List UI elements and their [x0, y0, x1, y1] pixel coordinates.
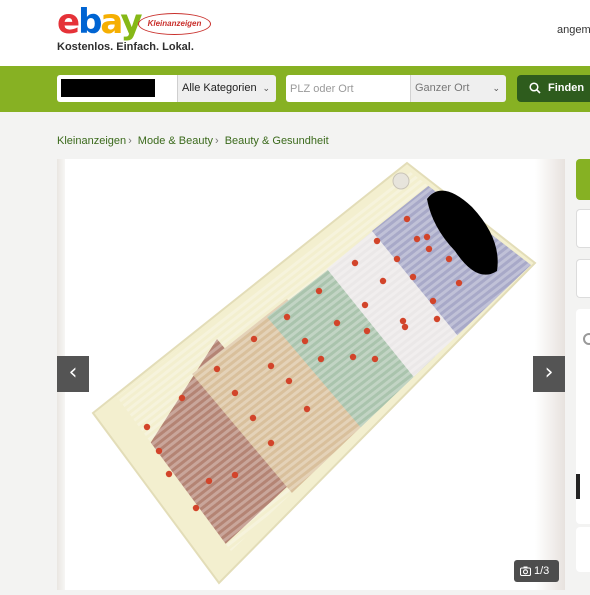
search-bar: Alle Kategorien ⌄ Ganzer Ort ⌄ Finden [0, 66, 590, 112]
site-header: ebay Kleinanzeigen Kostenlos. Einfach. L… [0, 0, 590, 66]
seller-info-box [576, 309, 590, 524]
breadcrumb-item-home[interactable]: Kleinanzeigen [57, 135, 126, 147]
next-image-button[interactable]: › [533, 356, 565, 392]
chevron-right-icon: › [544, 360, 554, 385]
radius-select[interactable]: Ganzer Ort ⌄ [410, 75, 506, 102]
chevron-down-icon: ⌄ [262, 83, 270, 93]
image-counter-text: 1/3 [534, 565, 550, 577]
mat-stripes [117, 171, 531, 551]
search-query-input[interactable] [57, 75, 177, 102]
seller-divider [576, 474, 580, 499]
find-button-label: Finden [548, 82, 585, 94]
chevron-down-icon: ⌄ [492, 83, 500, 93]
search-icon [529, 82, 541, 94]
product-image [91, 161, 537, 585]
info-icon [583, 333, 590, 345]
tagline: Kostenlos. Einfach. Lokal. [57, 41, 194, 53]
side-card [576, 527, 590, 572]
user-menu-link[interactable]: angem [557, 24, 590, 36]
chevron-left-icon: ‹ [68, 360, 78, 385]
location-input[interactable] [286, 75, 410, 102]
breadcrumb-separator-icon: › [128, 135, 132, 147]
contact-button[interactable] [576, 159, 590, 200]
radius-select-label: Ganzer Ort [415, 82, 470, 94]
category-select-label: Alle Kategorien [182, 82, 257, 94]
image-counter: 1/3 [514, 560, 559, 582]
redacted-query [61, 79, 155, 97]
breadcrumb-separator-icon: › [215, 135, 219, 147]
breadcrumb: Kleinanzeigen › Mode & Beauty › Beauty & Ges… [57, 135, 329, 147]
prev-image-button[interactable]: ‹ [57, 356, 89, 392]
breadcrumb-item-category[interactable]: Mode & Beauty [138, 135, 213, 147]
side-action-button[interactable] [576, 209, 590, 248]
kleinanzeigen-badge: Kleinanzeigen [138, 13, 211, 35]
side-action-button[interactable] [576, 259, 590, 298]
find-button[interactable]: Finden [517, 75, 590, 102]
ebay-logo[interactable]: ebay [57, 2, 143, 42]
image-gallery[interactable]: ‹ › 1/3 [57, 159, 565, 590]
category-select[interactable]: Alle Kategorien ⌄ [177, 75, 276, 102]
breadcrumb-item-subcategory[interactable]: Beauty & Gesundheit [225, 135, 329, 147]
camera-icon [520, 566, 531, 576]
